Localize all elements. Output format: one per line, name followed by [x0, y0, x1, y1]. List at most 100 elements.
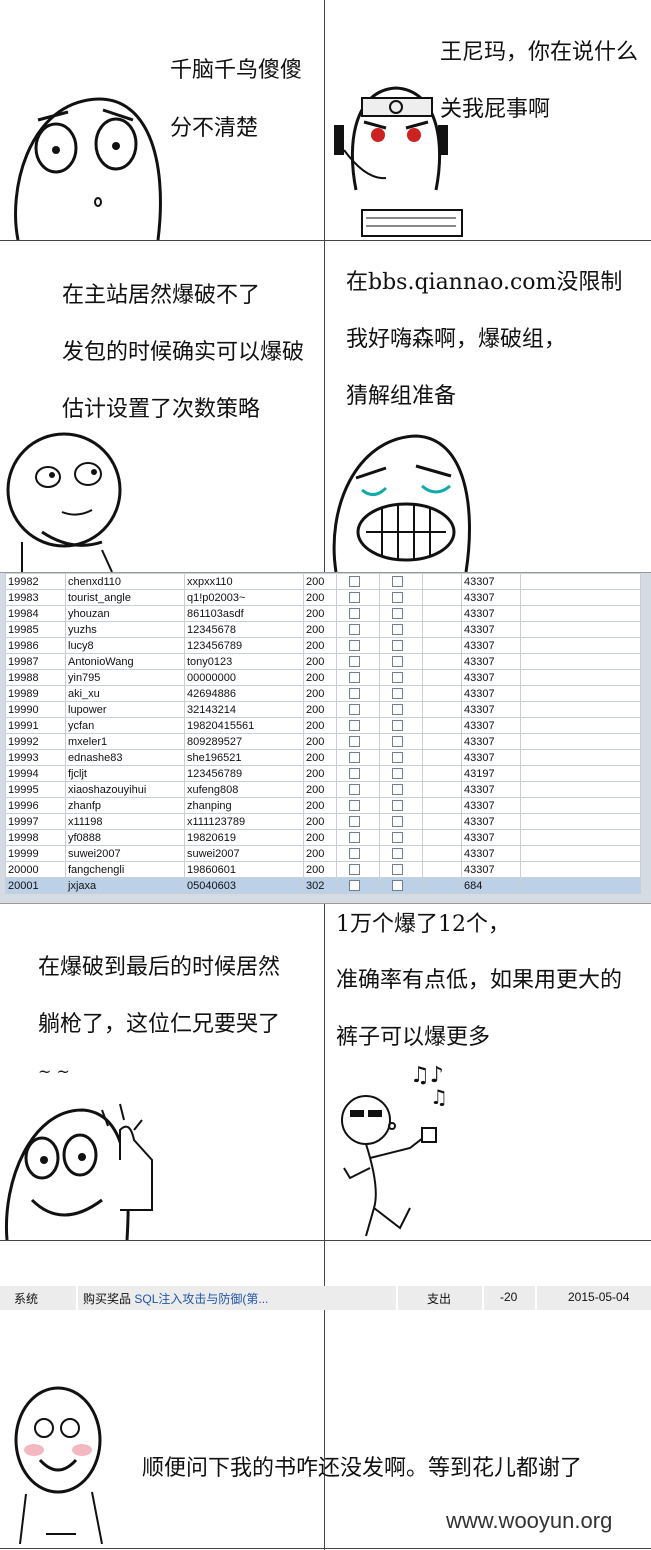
- table-row[interactable]: 19994 fjcljt 123456789 200 43197: [5, 765, 641, 782]
- table-row[interactable]: 19998 yf0888 19820619 200 43307: [5, 829, 641, 846]
- table-row[interactable]: 19987 AntonioWang tony0123 200 43307: [5, 653, 641, 670]
- row-checkbox-2[interactable]: [379, 653, 423, 670]
- checkbox[interactable]: [392, 880, 403, 892]
- row-checkbox-2[interactable]: [379, 877, 423, 894]
- checkbox[interactable]: [349, 832, 360, 844]
- row-checkbox-1[interactable]: [336, 637, 380, 654]
- checkbox[interactable]: [392, 656, 403, 668]
- checkbox[interactable]: [349, 880, 360, 892]
- row-checkbox-2[interactable]: [379, 669, 423, 686]
- row-checkbox-1[interactable]: [336, 845, 380, 862]
- row-checkbox-2[interactable]: [379, 861, 423, 878]
- checkbox[interactable]: [349, 656, 360, 668]
- checkbox[interactable]: [392, 832, 403, 844]
- row-checkbox-1[interactable]: [336, 813, 380, 830]
- table-row[interactable]: 19983 tourist_angle q1!p02003~ 200 43307: [5, 589, 641, 606]
- table-row[interactable]: 19985 yuzhs 12345678 200 43307: [5, 621, 641, 638]
- checkbox[interactable]: [392, 576, 403, 588]
- checkbox[interactable]: [349, 816, 360, 828]
- checkbox[interactable]: [349, 784, 360, 796]
- checkbox[interactable]: [349, 640, 360, 652]
- row-checkbox-2[interactable]: [379, 621, 423, 638]
- row-checkbox-2[interactable]: [379, 845, 423, 862]
- checkbox[interactable]: [392, 688, 403, 700]
- row-checkbox-2[interactable]: [379, 829, 423, 846]
- checkbox[interactable]: [349, 608, 360, 620]
- checkbox[interactable]: [392, 736, 403, 748]
- checkbox[interactable]: [349, 768, 360, 780]
- row-checkbox-2[interactable]: [379, 605, 423, 622]
- checkbox[interactable]: [392, 624, 403, 636]
- table-row[interactable]: 19995 xiaoshazouyihui xufeng808 200 43307: [5, 781, 641, 798]
- checkbox[interactable]: [392, 592, 403, 604]
- table-row[interactable]: 19988 yin795 00000000 200 43307: [5, 669, 641, 686]
- checkbox[interactable]: [349, 672, 360, 684]
- checkbox[interactable]: [392, 816, 403, 828]
- row-checkbox-2[interactable]: [379, 685, 423, 702]
- checkbox[interactable]: [349, 752, 360, 764]
- table-row[interactable]: 19997 x11198 x111123789 200 43307: [5, 813, 641, 830]
- checkbox[interactable]: [392, 608, 403, 620]
- table-row[interactable]: 20001 jxjaxa 05040603 302 684: [5, 877, 641, 894]
- row-checkbox-1[interactable]: [336, 733, 380, 750]
- row-checkbox-1[interactable]: [336, 573, 380, 590]
- table-row[interactable]: 19984 yhouzan 861103asdf 200 43307: [5, 605, 641, 622]
- row-checkbox-2[interactable]: [379, 765, 423, 782]
- row-checkbox-1[interactable]: [336, 701, 380, 718]
- row-checkbox-2[interactable]: [379, 797, 423, 814]
- checkbox[interactable]: [349, 848, 360, 860]
- row-checkbox-1[interactable]: [336, 605, 380, 622]
- table-row[interactable]: 19982 chenxd110 xxpxx110 200 43307: [5, 573, 641, 590]
- record-item-link[interactable]: SQL注入攻击与防御(第...: [134, 1292, 268, 1306]
- checkbox[interactable]: [349, 576, 360, 588]
- row-checkbox-2[interactable]: [379, 637, 423, 654]
- checkbox[interactable]: [349, 736, 360, 748]
- row-checkbox-1[interactable]: [336, 877, 380, 894]
- checkbox[interactable]: [392, 752, 403, 764]
- checkbox[interactable]: [392, 704, 403, 716]
- row-checkbox-1[interactable]: [336, 669, 380, 686]
- table-row[interactable]: 19991 ycfan 19820415561 200 43307: [5, 717, 641, 734]
- row-checkbox-2[interactable]: [379, 573, 423, 590]
- row-checkbox-1[interactable]: [336, 621, 380, 638]
- table-row[interactable]: 19986 lucy8 123456789 200 43307: [5, 637, 641, 654]
- row-checkbox-1[interactable]: [336, 765, 380, 782]
- table-row[interactable]: 19989 aki_xu 42694886 200 43307: [5, 685, 641, 702]
- checkbox[interactable]: [349, 624, 360, 636]
- table-row[interactable]: 20000 fangchengli 19860601 200 43307: [5, 861, 641, 878]
- checkbox[interactable]: [392, 768, 403, 780]
- checkbox[interactable]: [392, 672, 403, 684]
- row-checkbox-2[interactable]: [379, 781, 423, 798]
- checkbox[interactable]: [349, 864, 360, 876]
- table-row[interactable]: 19993 ednashe83 she196521 200 43307: [5, 749, 641, 766]
- table-row[interactable]: 19992 mxeler1 809289527 200 43307: [5, 733, 641, 750]
- checkbox[interactable]: [349, 800, 360, 812]
- checkbox[interactable]: [392, 848, 403, 860]
- row-checkbox-1[interactable]: [336, 589, 380, 606]
- row-checkbox-2[interactable]: [379, 749, 423, 766]
- row-checkbox-1[interactable]: [336, 829, 380, 846]
- row-checkbox-1[interactable]: [336, 861, 380, 878]
- row-checkbox-2[interactable]: [379, 813, 423, 830]
- table-row[interactable]: 19999 suwei2007 suwei2007 200 43307: [5, 845, 641, 862]
- checkbox[interactable]: [392, 640, 403, 652]
- row-checkbox-1[interactable]: [336, 653, 380, 670]
- row-checkbox-1[interactable]: [336, 685, 380, 702]
- checkbox[interactable]: [392, 864, 403, 876]
- table-row[interactable]: 19996 zhanfp zhanping 200 43307: [5, 797, 641, 814]
- row-checkbox-1[interactable]: [336, 749, 380, 766]
- row-checkbox-1[interactable]: [336, 797, 380, 814]
- checkbox[interactable]: [349, 720, 360, 732]
- checkbox[interactable]: [349, 592, 360, 604]
- row-checkbox-2[interactable]: [379, 717, 423, 734]
- row-checkbox-2[interactable]: [379, 589, 423, 606]
- row-checkbox-2[interactable]: [379, 733, 423, 750]
- row-checkbox-2[interactable]: [379, 701, 423, 718]
- checkbox[interactable]: [392, 784, 403, 796]
- table-row[interactable]: 19990 lupower 32143214 200 43307: [5, 701, 641, 718]
- row-checkbox-1[interactable]: [336, 781, 380, 798]
- checkbox[interactable]: [392, 800, 403, 812]
- checkbox[interactable]: [349, 704, 360, 716]
- checkbox[interactable]: [349, 688, 360, 700]
- checkbox[interactable]: [392, 720, 403, 732]
